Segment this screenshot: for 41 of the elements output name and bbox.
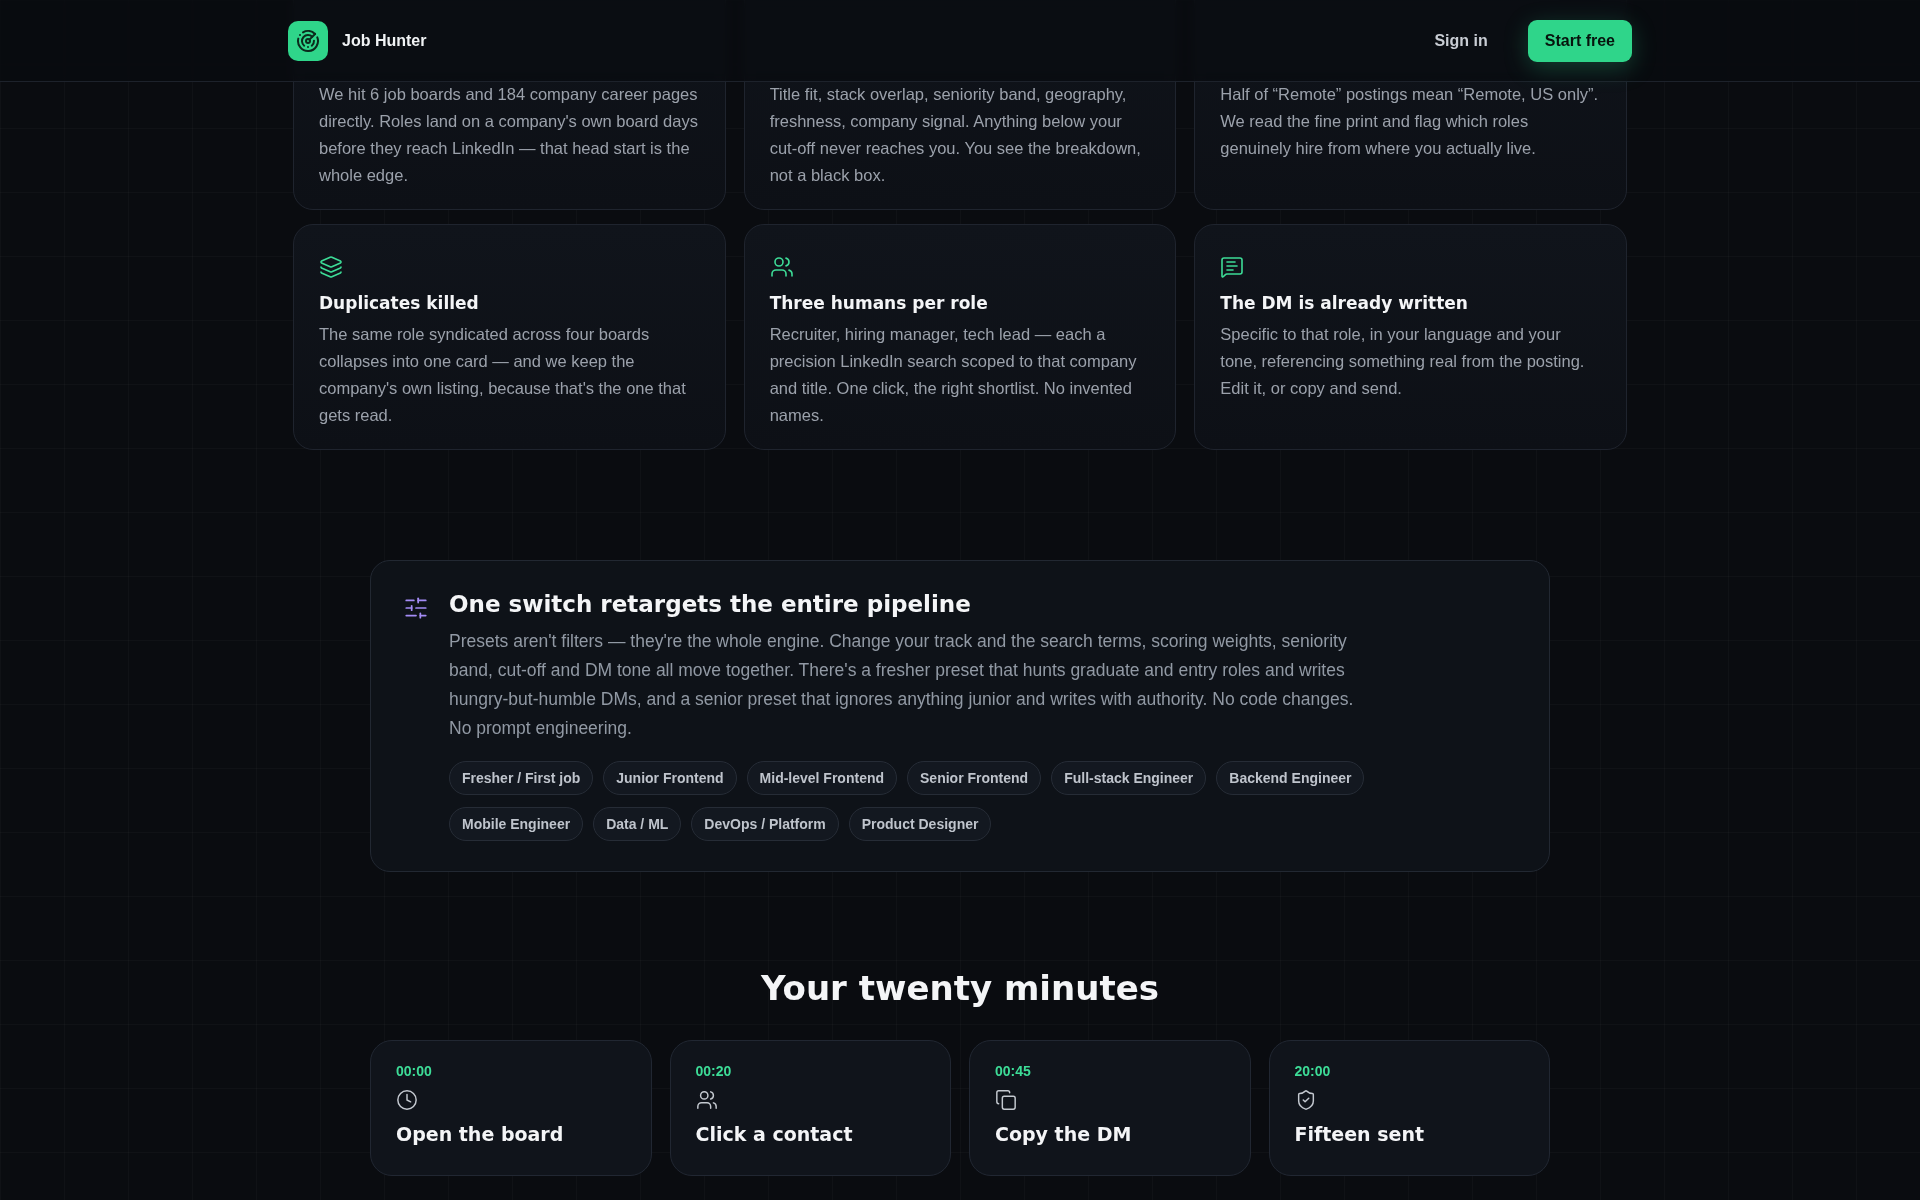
feature-title: Three humans per role [769,293,989,313]
radar-logo-icon [288,20,328,61]
step-title: Copy the DM [995,1123,1133,1145]
step-time: 00:45 [995,1063,1032,1079]
sliders-icon [403,595,429,621]
sign-in-link[interactable]: Sign in [1434,31,1488,50]
copy-icon [995,1089,1017,1111]
step-title: Open the board [396,1123,565,1145]
step-time: 00:20 [695,1063,733,1079]
message-icon [1220,255,1245,279]
preset-chip[interactable]: Full-stack Engineer [1051,761,1207,795]
users-icon [695,1089,718,1111]
feature-description: Specific to that role, in your language and your tone, referencing something real from the posting. Edit it, or copy and send. [1220,324,1586,399]
step-title: Click a contact [695,1123,854,1145]
users-icon [769,255,794,279]
panel-description: Presets aren't filters — they're the whole engine. Change your track and the search terms, scoring weights, seniority band, cut-off and DM tone all move together. There's a fresher preset that hunts graduate and entry roles and writes hungry-but-humble DMs, and a senior preset that ignores anything junior and writes with authority. No code changes. No prompt engineering. [449,630,1355,740]
section-title: Your twenty minutes [760,968,1160,1008]
panel-title: One switch retargets the entire pipeline [449,591,972,617]
feature-title: Duplicates killed [319,293,480,313]
preset-chip[interactable]: Mid-level Frontend [746,761,898,795]
preset-chip[interactable]: Product Designer [848,807,992,841]
step-time: 00:00 [396,1063,433,1079]
step-time: 20:00 [1294,1063,1332,1079]
start-free-button[interactable]: Start free [1527,19,1632,62]
preset-chip[interactable]: Mobile Engineer [449,807,584,841]
layers-icon [319,255,343,279]
feature-description: We hit 6 job boards and 184 company career pages directly. Roles land on a company's own board days before they reach LinkedIn — that head start is the whole edge. [319,84,699,186]
preset-chip[interactable]: Data / ML [593,807,682,841]
brand-name: Job Hunter [342,31,428,50]
step-title: Fifteen sent [1294,1123,1426,1145]
preset-chip[interactable]: Junior Frontend [603,761,737,795]
feature-title: The DM is already written [1220,293,1469,313]
preset-chip[interactable]: DevOps / Platform [691,807,839,841]
feature-description: Recruiter, hiring manager, tech lead — each a precision LinkedIn search scoped to that company and title. One click, the right shortlist. No invented names. [769,324,1138,426]
feature-description: The same role syndicated across four boards collapses into one card — and we keep the company's own listing, because that's the one that gets read. [319,324,687,426]
preset-chip[interactable]: Fresher / First job [449,761,594,795]
feature-description: Half of “Remote” postings mean “Remote, US only”. We read the fine print and flag which roles genuinely hire from where you actually live. [1220,84,1600,159]
preset-chip[interactable]: Senior Frontend [907,761,1042,795]
clock-icon [396,1089,418,1111]
feature-description: Title fit, stack overlap, seniority band, geography, freshness, company signal. Anything below your cut-off never reaches you. You see the breakdown, not a black box. [769,84,1142,186]
preset-chip[interactable]: Backend Engineer [1216,761,1365,795]
